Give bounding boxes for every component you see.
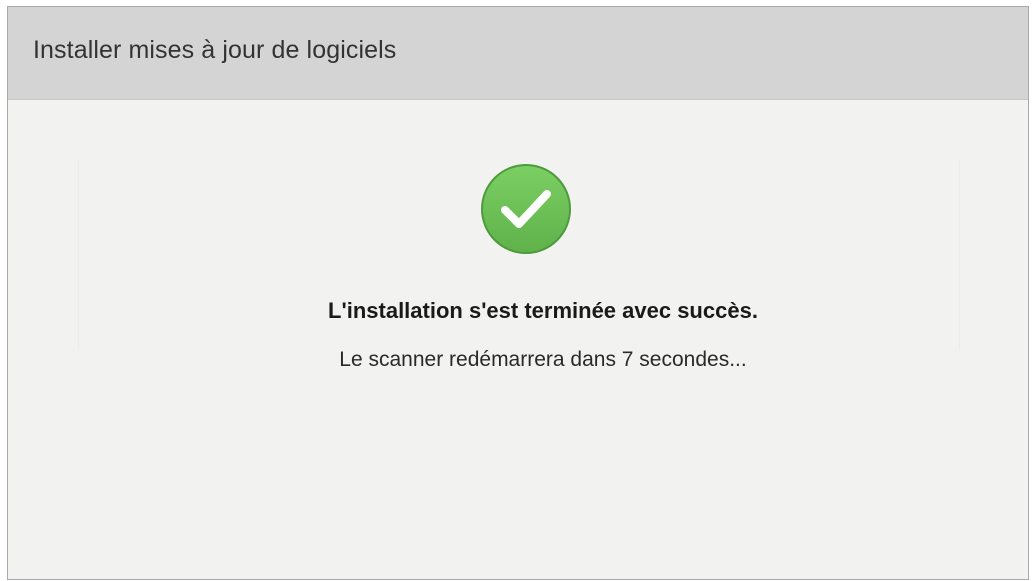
install-updates-dialog: Installer mises à jour de logiciels L'in… — [7, 6, 1029, 580]
dialog-header: Installer mises à jour de logiciels — [8, 7, 1028, 100]
dialog-body: L'installation s'est terminée avec succè… — [8, 100, 1028, 579]
success-check-icon — [481, 164, 571, 254]
restart-countdown: Le scanner redémarrera dans 7 secondes..… — [339, 348, 747, 371]
dialog-title: Installer mises à jour de logiciels — [33, 36, 397, 64]
success-message: L'installation s'est terminée avec succè… — [328, 298, 758, 323]
